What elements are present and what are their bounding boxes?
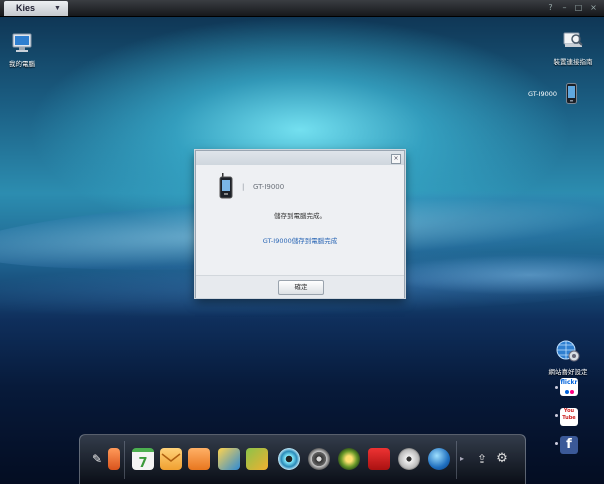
dialog-titlebar: × [196,151,404,165]
save-complete-dialog: × | GT-I9000 儲存到電腦完成。 GT-I9000儲存到電腦完成 確定 [195,150,405,298]
flickr-link[interactable]: flickr [560,378,578,396]
my-computer-shortcut[interactable]: 我的電腦 [0,32,52,68]
dialog-button-bar: 確定 [196,275,404,298]
minimize-icon[interactable]: – [559,2,570,13]
dialog-close-button[interactable]: × [391,154,401,164]
web-settings-shortcut[interactable]: 網站喜好設定 [538,340,598,376]
globe-gear-icon [556,340,580,362]
youtube-logo-text: You Tube [562,408,576,421]
memo-icon[interactable]: ✎ [86,448,108,470]
transfer-icon[interactable]: ⇪ [474,448,490,470]
phone-icon[interactable] [566,83,577,104]
photo-icon[interactable] [218,448,240,470]
disc-icon[interactable] [398,448,420,470]
dialog-separator: | [242,183,245,191]
dock-divider [124,441,125,479]
connection-guide-shortcut[interactable]: 裝置連接指南 [543,30,603,66]
youtube-link[interactable]: You Tube [560,408,578,426]
chevron-right-icon[interactable]: ▸ [458,448,466,470]
bullet [555,442,558,445]
title-bar: Kies ▼ ? – □ × [0,0,604,17]
gear-icon[interactable]: ⚙ [494,448,510,470]
bullet [555,386,558,389]
music-icon[interactable] [278,448,300,470]
facebook-link[interactable]: f [560,436,578,454]
help-icon[interactable]: ? [545,2,556,13]
my-computer-label: 我的電腦 [9,60,35,68]
web-settings-label: 網站喜好設定 [548,368,588,376]
bullet [555,414,558,417]
dock: ✎ 7 ▸ ⇪ ⚙ [79,434,526,484]
dialog-device-name: GT-I9000 [253,183,285,191]
notes-icon[interactable] [188,448,210,470]
computer-icon [12,33,32,52]
dialog-detail: GT-I9000儲存到電腦完成 [262,237,338,245]
memo-pad-icon[interactable] [108,448,120,470]
video-icon[interactable] [308,448,330,470]
message-icon[interactable] [160,448,182,470]
facebook-logo-text: f [566,437,572,452]
photo-edit-icon[interactable] [246,448,268,470]
flickr-logo-text: flickr [560,379,578,386]
tools-icon[interactable] [368,448,390,470]
ok-button[interactable]: 確定 [278,280,324,295]
device-name-label: GT-I9000 [528,90,557,98]
maximize-icon[interactable]: □ [573,2,584,13]
dock-divider [456,441,457,479]
globe-icon[interactable] [428,448,450,470]
connection-guide-label: 裝置連接指南 [553,58,593,66]
calendar-icon[interactable]: 7 [132,448,154,471]
phone-icon [219,173,233,199]
close-icon[interactable]: × [588,2,599,13]
kies-desktop: Kies ▼ ? – □ × 我的電腦 裝置連接指南 GT-I9000 × | … [0,0,604,484]
connection-guide-icon [563,32,583,47]
dialog-message: 儲存到電腦完成。 [274,212,326,220]
app-menu-tab[interactable]: Kies ▼ [4,1,68,16]
podcast-icon[interactable] [338,448,360,470]
chevron-down-icon: ▼ [54,5,61,12]
app-title: Kies [16,3,36,13]
